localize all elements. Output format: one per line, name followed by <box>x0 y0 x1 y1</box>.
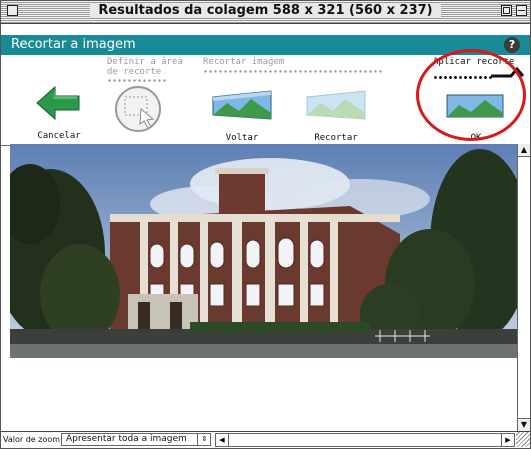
resize-grip-icon[interactable] <box>516 432 530 447</box>
page-title: Recortar a imagem <box>11 37 136 52</box>
cancel-button[interactable]: Cancelar <box>31 83 87 141</box>
collapse-box[interactable] <box>516 5 527 16</box>
zoom-select-value: Apresentar toda a imagem <box>66 434 187 444</box>
step-crop-image: Recortar imagem <box>203 57 285 67</box>
zoom-select[interactable]: Apresentar toda a imagem <box>61 433 211 446</box>
define-area-button[interactable] <box>113 83 163 135</box>
scroll-right-icon[interactable]: ▶ <box>501 434 514 446</box>
crop-toolbar: Definir a área de recorte Recortar image… <box>1 49 530 146</box>
collage-image[interactable] <box>10 144 517 358</box>
collage-results-window: Resultados da colagem 588 x 321 (560 x 2… <box>0 0 531 449</box>
back-button[interactable]: Voltar <box>207 85 277 143</box>
zoom-stepper-icon[interactable]: ⇕ <box>197 433 211 446</box>
landscape-image-icon <box>212 90 272 120</box>
window-title-text: Resultados da colagem 588 x 321 (560 x 2… <box>90 3 441 18</box>
canvas-blank-area <box>10 358 517 431</box>
help-icon[interactable]: ? <box>504 37 520 53</box>
selection-area-icon <box>115 86 161 132</box>
step-crop-image-dots <box>203 70 383 73</box>
highlight-circle <box>416 49 526 141</box>
back-label: Voltar <box>225 133 259 143</box>
status-bar: Valor de zoom: Apresentar toda a imagem … <box>1 431 530 448</box>
zoom-label: Valor de zoom: <box>3 435 63 444</box>
step-define-area-line2: de recorte <box>107 67 162 77</box>
horizontal-scrollbar[interactable]: ◀ ▶ <box>215 433 515 447</box>
cancel-label: Cancelar <box>37 131 81 141</box>
step-define-area: Definir a área de recorte <box>107 57 183 77</box>
back-arrow-icon <box>36 85 80 121</box>
scroll-down-icon[interactable]: ▼ <box>518 418 530 431</box>
scroll-left-icon[interactable]: ◀ <box>216 434 229 446</box>
crop-label: Recortar <box>314 133 358 143</box>
crop-button[interactable]: Recortar <box>301 85 371 143</box>
step-define-area-dots <box>107 79 167 82</box>
scroll-up-icon[interactable]: ▲ <box>518 144 530 157</box>
close-box[interactable] <box>7 5 18 16</box>
window-title: Resultados da colagem 588 x 321 (560 x 2… <box>1 3 530 18</box>
landscape-image-faded-icon <box>306 90 366 120</box>
building-photo <box>10 144 517 358</box>
vertical-scrollbar[interactable]: ▲ ▼ <box>517 144 530 431</box>
title-bar[interactable]: Resultados da colagem 588 x 321 (560 x 2… <box>1 1 530 24</box>
zoom-box[interactable] <box>501 5 512 16</box>
step-define-area-line1: Definir a área <box>107 57 183 67</box>
